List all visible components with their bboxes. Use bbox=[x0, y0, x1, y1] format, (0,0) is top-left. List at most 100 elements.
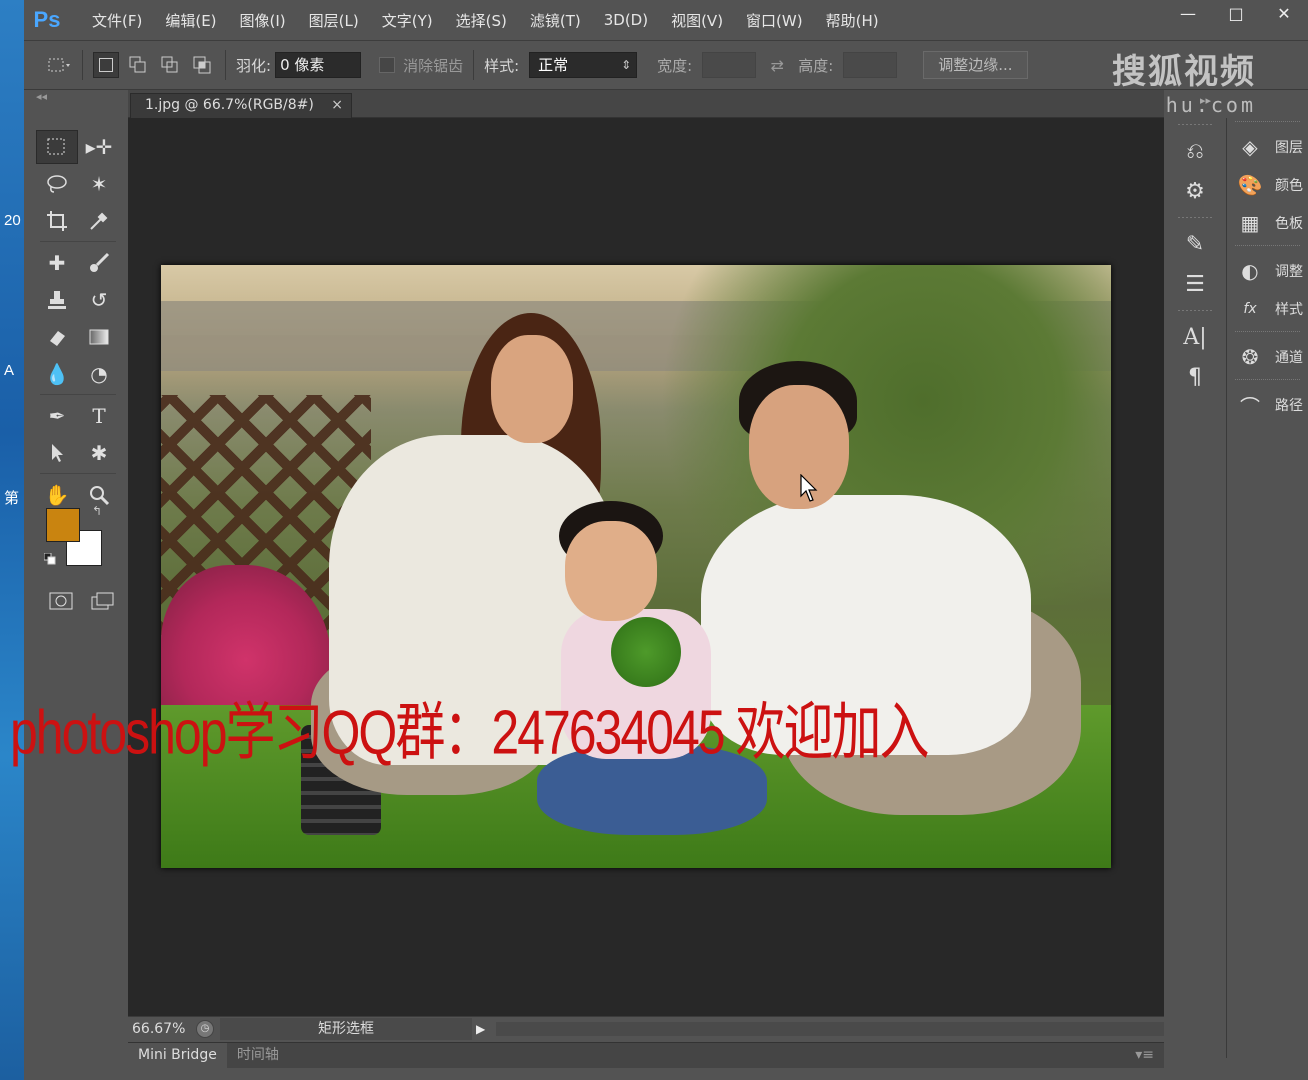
style-select[interactable]: 正常 bbox=[529, 52, 638, 78]
pen-tool[interactable]: ✒ bbox=[36, 399, 78, 433]
menu-filter[interactable]: 滤镜(T) bbox=[530, 10, 581, 31]
path-selection-tool[interactable] bbox=[36, 436, 78, 470]
antialias-checkbox[interactable] bbox=[379, 57, 396, 73]
height-label: 高度: bbox=[798, 56, 834, 75]
swatches-icon: ▦ bbox=[1240, 211, 1260, 235]
magic-wand-tool[interactable]: ✶ bbox=[78, 167, 120, 201]
panel-channels[interactable]: ❂ 通道 bbox=[1227, 338, 1308, 376]
panel-adjustments[interactable]: ◐ 调整 bbox=[1227, 252, 1308, 290]
character-panel-icon[interactable]: A| bbox=[1170, 317, 1220, 357]
clone-stamp-tool[interactable] bbox=[36, 283, 78, 317]
paths-icon: ⌒ bbox=[1240, 394, 1260, 419]
collapse-tools-icon[interactable]: ◂◂ bbox=[28, 90, 124, 108]
collapse-strip-icon[interactable]: ▸▸ bbox=[1200, 94, 1211, 107]
move-icon: ▸✛ bbox=[85, 134, 113, 159]
history-panel-icon[interactable]: ⎌ bbox=[1170, 131, 1220, 171]
new-selection-button[interactable] bbox=[93, 52, 119, 78]
hand-tool[interactable]: ✋ bbox=[36, 478, 78, 512]
menu-bar: Ps 文件(F) 编辑(E) 图像(I) 图层(L) 文字(Y) 选择(S) 滤… bbox=[24, 0, 1308, 40]
brush-icon bbox=[90, 252, 110, 272]
canvas-area[interactable] bbox=[128, 118, 1164, 1018]
add-selection-icon bbox=[129, 56, 146, 73]
properties-panel-icon[interactable]: ⚙ bbox=[1170, 171, 1220, 211]
tab-mini-bridge[interactable]: Mini Bridge bbox=[128, 1043, 227, 1068]
crop-tool[interactable] bbox=[36, 204, 78, 238]
menu-edit[interactable]: 编辑(E) bbox=[165, 10, 216, 31]
menu-view[interactable]: 视图(V) bbox=[671, 10, 723, 31]
intersect-selection-button[interactable] bbox=[189, 52, 215, 78]
paragraph-panel-icon[interactable]: ¶ bbox=[1170, 357, 1220, 397]
refine-edge-button[interactable]: 调整边缘... bbox=[923, 51, 1028, 79]
move-tool[interactable]: ▸✛ bbox=[78, 130, 120, 164]
menu-layer[interactable]: 图层(L) bbox=[309, 10, 359, 31]
layers-icon: ◈ bbox=[1242, 135, 1258, 159]
close-button[interactable]: ✕ bbox=[1260, 0, 1308, 26]
zoom-icon bbox=[90, 485, 110, 505]
healing-brush-tool[interactable]: ✚ bbox=[36, 246, 78, 280]
new-selection-icon bbox=[99, 58, 113, 72]
swap-dimensions-icon[interactable]: ⇄ bbox=[764, 52, 790, 78]
eraser-tool[interactable] bbox=[36, 320, 78, 354]
brush-panel-icon[interactable]: ✎ bbox=[1170, 224, 1220, 264]
menu-help[interactable]: 帮助(H) bbox=[826, 10, 879, 31]
status-info-icon[interactable]: ◷ bbox=[196, 1019, 214, 1038]
separator bbox=[473, 50, 475, 80]
rectangular-marquee-tool[interactable] bbox=[36, 129, 78, 164]
custom-shape-tool[interactable]: ✱ bbox=[78, 436, 120, 470]
swap-colors-icon[interactable]: ↰ bbox=[92, 504, 102, 518]
panel-styles[interactable]: fx 样式 bbox=[1227, 290, 1308, 328]
status-menu-arrow-icon[interactable]: ▶ bbox=[476, 1018, 492, 1040]
menu-type[interactable]: 文字(Y) bbox=[382, 10, 433, 31]
subtract-selection-button[interactable] bbox=[157, 52, 183, 78]
screen-mode-button[interactable] bbox=[82, 584, 124, 618]
desktop-label: A bbox=[4, 362, 15, 379]
menu-image[interactable]: 图像(I) bbox=[240, 10, 286, 31]
foreground-color[interactable] bbox=[46, 508, 80, 542]
shape-icon: ✱ bbox=[90, 440, 108, 465]
tab-timeline[interactable]: 时间轴 bbox=[227, 1043, 289, 1068]
gradient-tool[interactable] bbox=[78, 320, 120, 354]
separator bbox=[225, 50, 226, 80]
menu-file[interactable]: 文件(F) bbox=[92, 10, 142, 31]
app-logo: Ps bbox=[33, 7, 61, 32]
default-colors-icon[interactable] bbox=[43, 550, 56, 565]
desktop-label: 第 bbox=[4, 490, 20, 507]
type-tool[interactable]: T bbox=[78, 399, 120, 433]
minimize-button[interactable]: — bbox=[1164, 0, 1212, 26]
feather-input[interactable]: 0 像素 bbox=[275, 52, 362, 78]
width-label: 宽度: bbox=[657, 56, 693, 75]
height-input[interactable] bbox=[843, 52, 898, 78]
close-tab-icon[interactable]: × bbox=[331, 94, 343, 117]
width-input[interactable] bbox=[702, 52, 757, 78]
hand-icon: ✋ bbox=[44, 482, 70, 507]
panel-label: 通道 bbox=[1275, 350, 1303, 366]
panel-layers[interactable]: ◈ 图层 bbox=[1227, 128, 1308, 166]
blur-tool[interactable]: 💧 bbox=[36, 357, 78, 391]
document-tab[interactable]: 1.jpg @ 66.7%(RGB/8#) × bbox=[130, 93, 352, 118]
brush-presets-icon[interactable]: ☰ bbox=[1170, 264, 1220, 304]
gradient-icon bbox=[89, 329, 109, 344]
lasso-tool[interactable] bbox=[36, 167, 78, 201]
horizontal-scrollbar[interactable] bbox=[496, 1021, 1164, 1036]
quick-mask-button[interactable] bbox=[40, 584, 82, 618]
panel-paths[interactable]: ⌒ 路径 bbox=[1227, 386, 1308, 424]
brush-tool[interactable] bbox=[78, 246, 120, 280]
panel-menu-icon[interactable]: ▾≡ bbox=[1125, 1043, 1164, 1068]
bandage-icon: ✚ bbox=[48, 250, 66, 275]
eyedropper-tool[interactable] bbox=[78, 204, 120, 238]
history-brush-tool[interactable]: ↺ bbox=[78, 283, 120, 317]
menu-window[interactable]: 窗口(W) bbox=[746, 10, 803, 31]
mouse-cursor-icon bbox=[800, 474, 818, 502]
menu-3d[interactable]: 3D(D) bbox=[604, 11, 648, 29]
dodge-tool[interactable]: ◔ bbox=[78, 357, 120, 391]
add-selection-button[interactable] bbox=[125, 52, 151, 78]
tool-preset-picker[interactable] bbox=[46, 52, 72, 78]
panel-swatches[interactable]: ▦ 色板 bbox=[1227, 204, 1308, 242]
maximize-button[interactable]: □ bbox=[1212, 0, 1260, 26]
panel-color[interactable]: 🎨 颜色 bbox=[1227, 166, 1308, 204]
zoom-level[interactable]: 66.67% bbox=[128, 1021, 196, 1037]
menu-select[interactable]: 选择(S) bbox=[456, 10, 507, 31]
family-photo[interactable] bbox=[161, 265, 1111, 868]
document-tab-title: 1.jpg @ 66.7%(RGB/8#) bbox=[145, 97, 314, 113]
feather-label: 羽化: bbox=[236, 56, 272, 75]
